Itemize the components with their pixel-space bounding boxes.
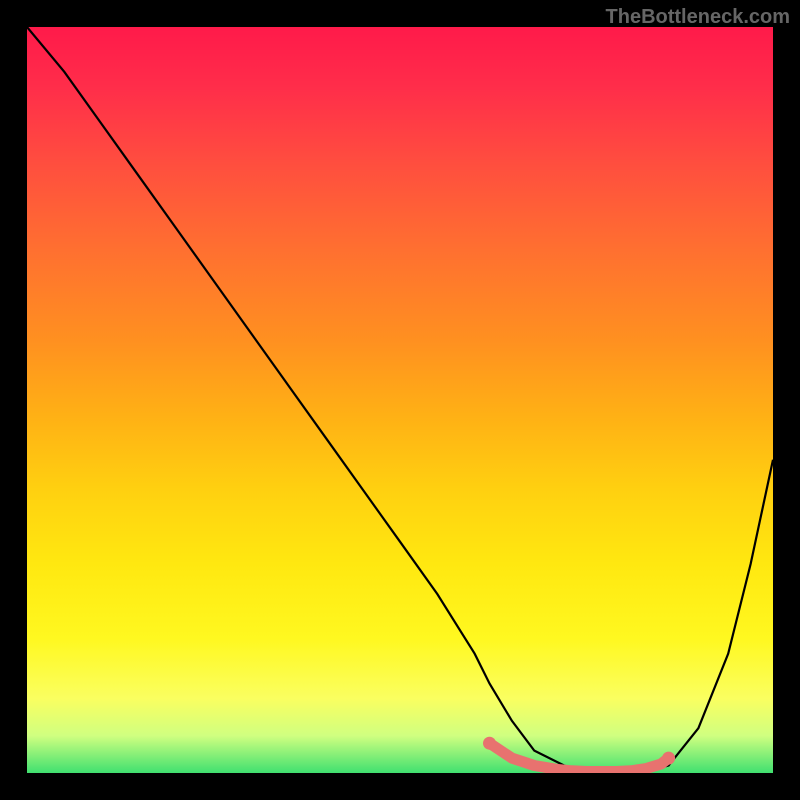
watermark-text: TheBottleneck.com <box>606 6 790 29</box>
chart-svg <box>27 27 773 773</box>
plot-area <box>27 27 773 773</box>
highlight-end-dot <box>483 737 496 750</box>
highlight-end-dot <box>662 752 675 765</box>
flat-highlight <box>490 743 669 771</box>
bottleneck-curve <box>27 27 773 773</box>
